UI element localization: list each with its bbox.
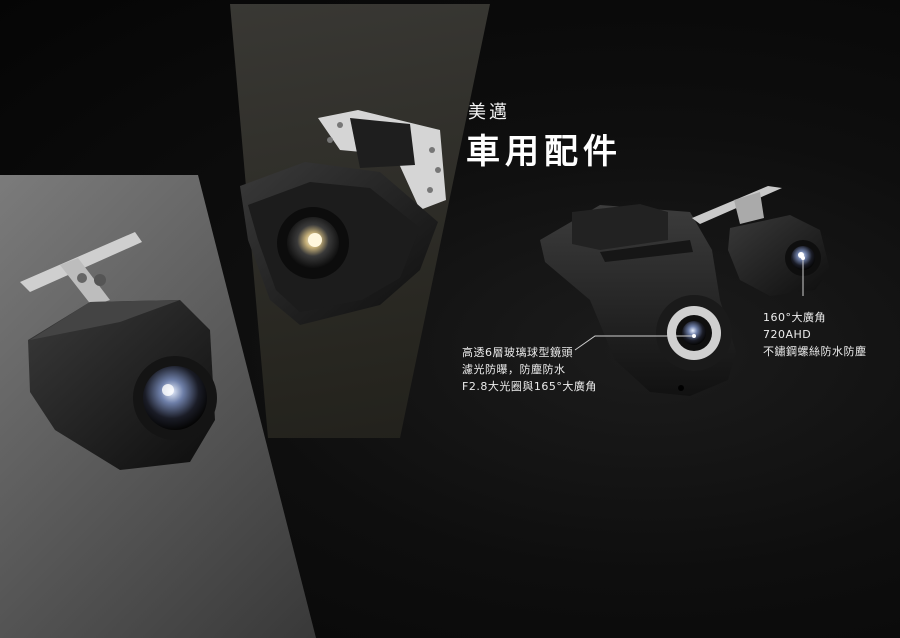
page-title: 車用配件: [466, 132, 622, 172]
dashcam-feature-waterproof: 濾光防曝，防塵防水: [462, 363, 566, 376]
rear-camera-feature-resolution: 720AHD: [763, 328, 812, 341]
middle-rear-camera: [240, 110, 446, 325]
rear-camera-callout-dot: [801, 256, 805, 260]
dashcam-feature-aperture: F2.8大光圈與165°大廣角: [462, 380, 597, 393]
rear-camera-feature-list: 160°大廣角 720AHD 不鏽鋼螺絲防水防塵: [763, 309, 867, 360]
left-rear-camera: [20, 232, 217, 470]
dashcam-feature-lens: 高透6層玻璃球型鏡頭: [462, 346, 573, 359]
rear-camera-feature-screws: 不鏽鋼螺絲防水防塵: [763, 345, 867, 358]
dashcam-callout-dot: [692, 334, 696, 338]
brand-name: 美邁: [468, 102, 510, 123]
product-banner: 美邁 車用配件 高透6層玻璃球型鏡頭 濾光防曝，防塵防水 F2.8大光圈與165…: [0, 0, 900, 638]
dashcam-feature-list: 高透6層玻璃球型鏡頭 濾光防曝，防塵防水 F2.8大光圈與165°大廣角: [462, 344, 597, 395]
rear-camera-feature-angle: 160°大廣角: [763, 311, 826, 324]
